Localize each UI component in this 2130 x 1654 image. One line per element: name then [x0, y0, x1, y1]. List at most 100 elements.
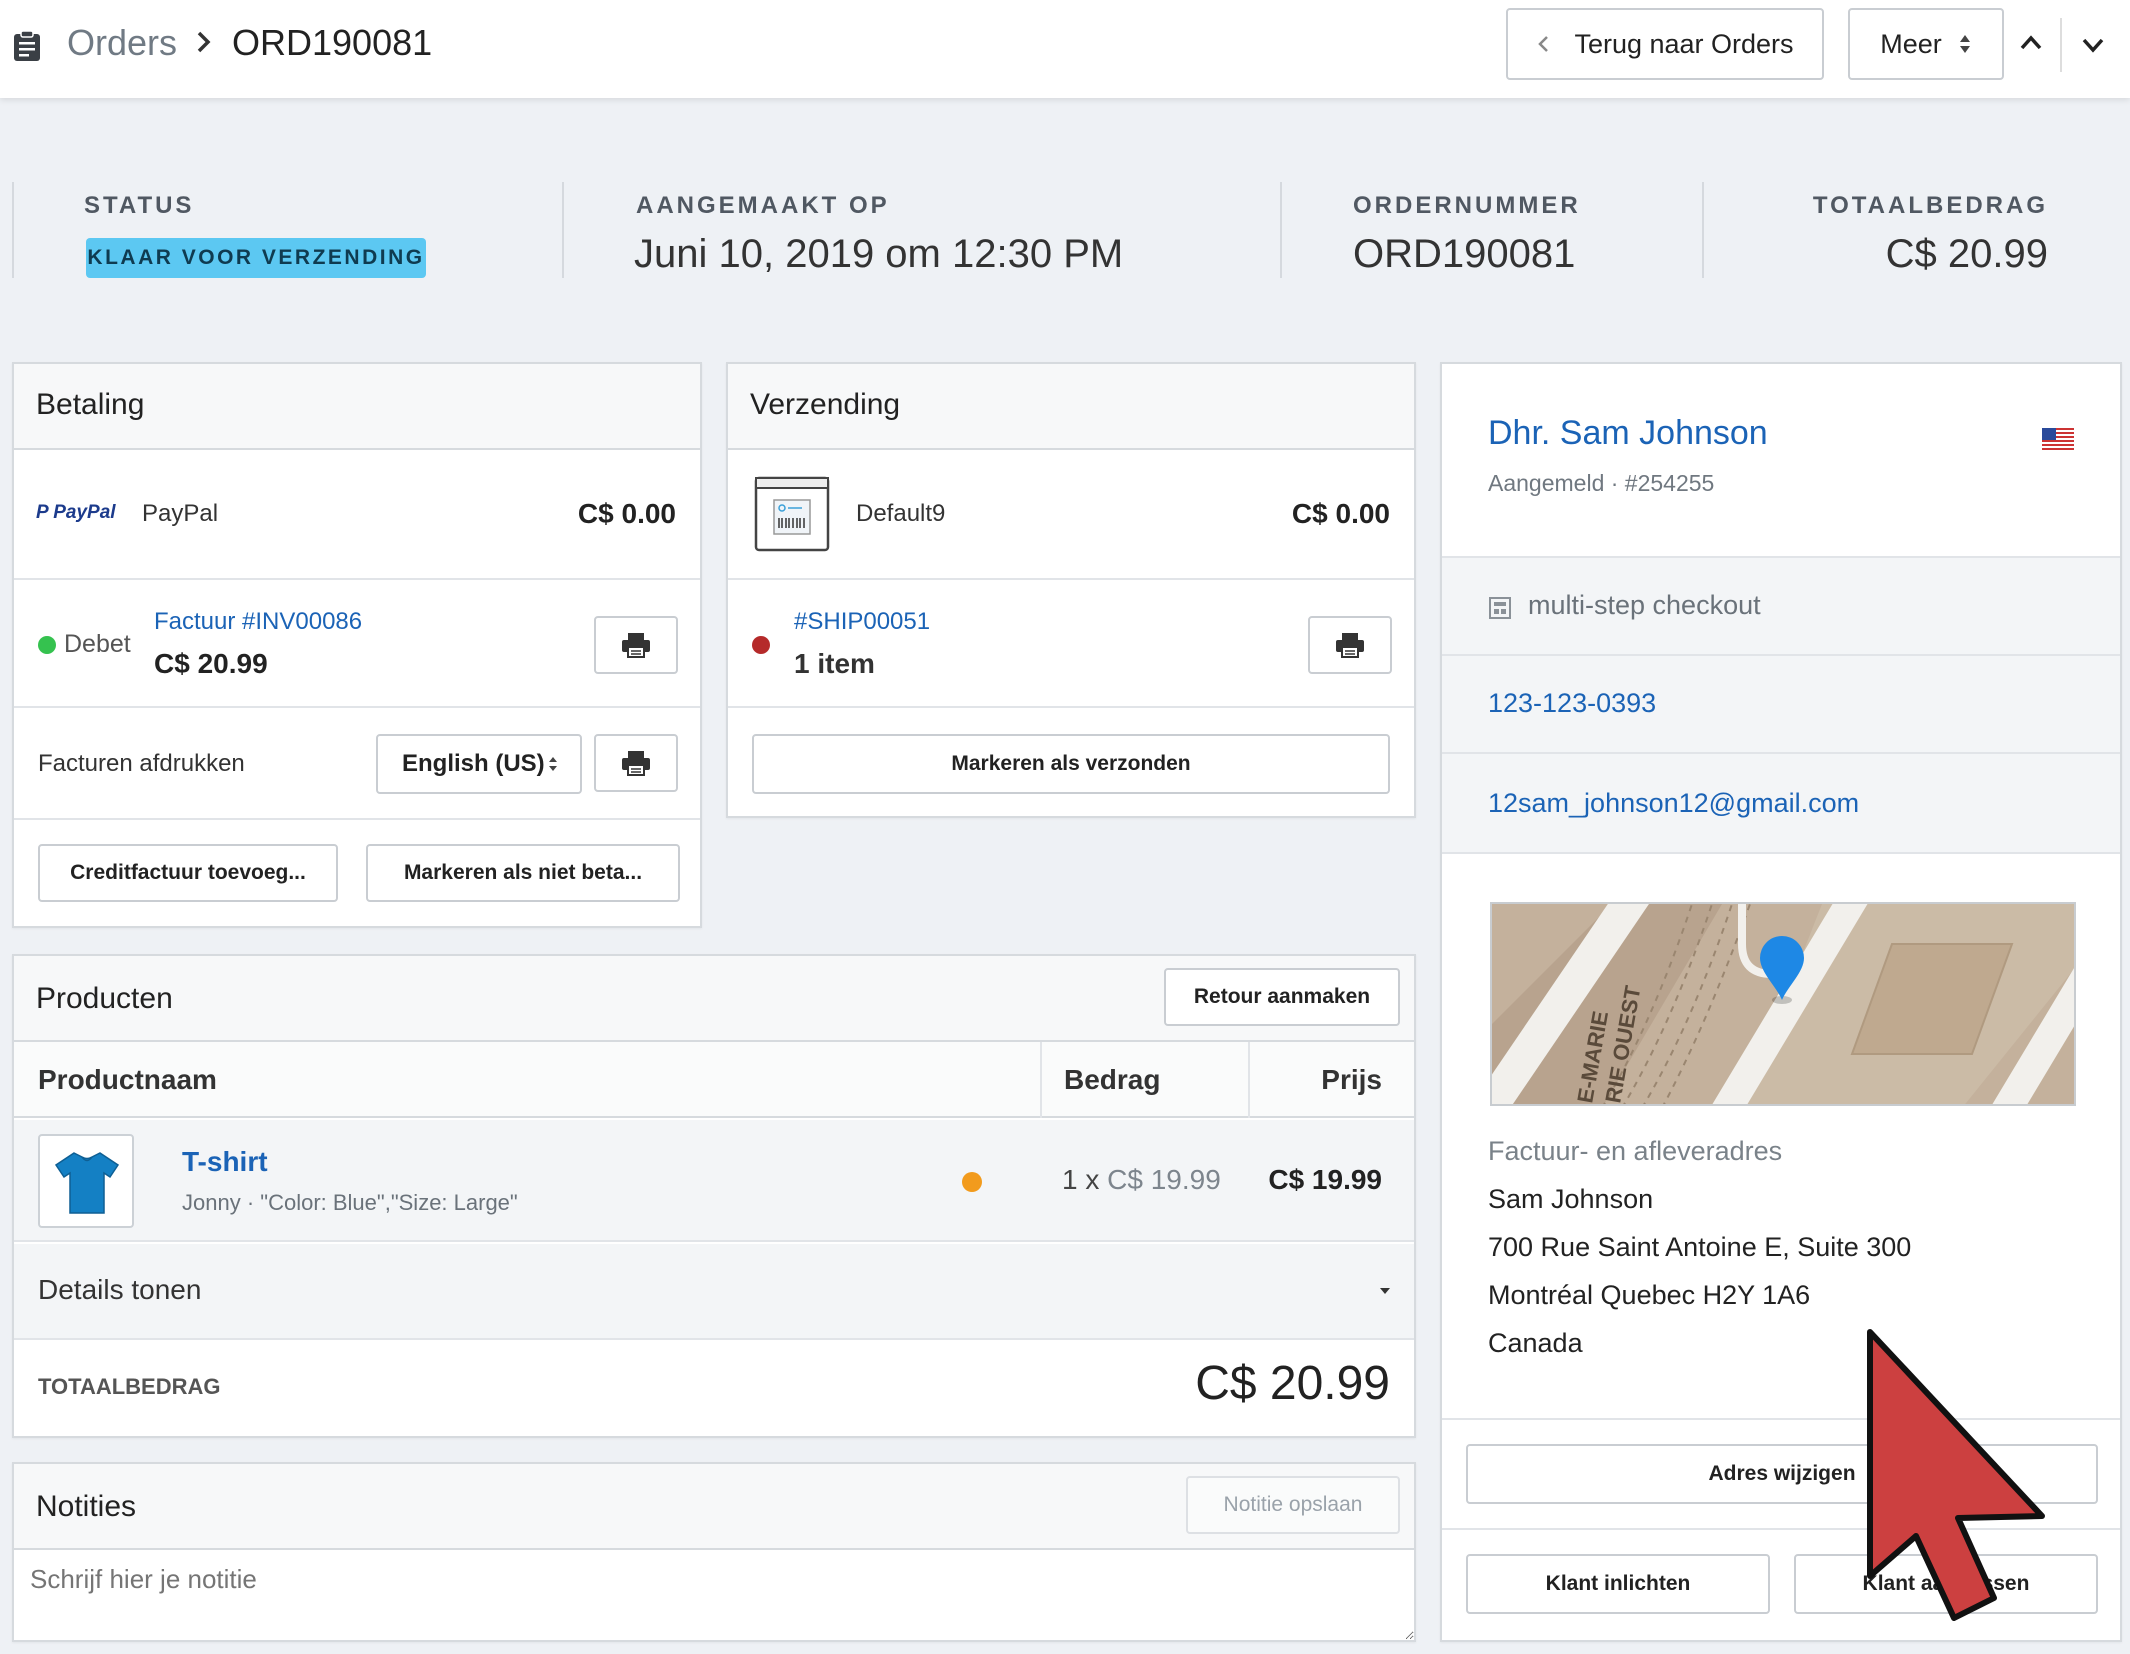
status-label: STATUS	[84, 192, 195, 219]
table-row: T-shirt Jonny · "Color: Blue","Size: Lar…	[14, 1120, 1414, 1242]
chevron-right-icon	[197, 31, 211, 53]
add-credit-note-button[interactable]: Creditfactuur toevoeg...	[38, 844, 338, 902]
summary-divider-3	[1702, 182, 1704, 278]
checkout-row: multi-step checkout	[1442, 558, 2120, 654]
shipping-method-name: Default9	[856, 500, 946, 527]
summary-divider-1	[562, 182, 564, 278]
clipboard-icon	[14, 30, 40, 61]
shipment-status-dot	[752, 636, 770, 654]
more-button[interactable]: Meer	[1848, 8, 2004, 80]
address-label: Factuur- en afleveradres	[1488, 1136, 1783, 1166]
col-price[interactable]: Prijs	[1321, 1064, 1382, 1096]
notes-card: Notities Notitie opslaan	[12, 1462, 1416, 1642]
payment-row-sep-1	[14, 578, 700, 580]
customer-meta: Aangemeld · #254255	[1488, 470, 1715, 496]
products-total-value: C$ 20.99	[1195, 1357, 1390, 1410]
address-line-1: Sam Johnson	[1488, 1184, 1654, 1214]
order-number-label: ORDERNUMMER	[1353, 192, 1581, 219]
next-order-icon[interactable]	[2080, 34, 2106, 56]
payment-title: Betaling	[36, 388, 145, 421]
shipment-items: 1 item	[794, 648, 875, 679]
caret-down-icon	[1380, 1288, 1390, 1294]
shipping-card-header: Verzending	[728, 364, 1414, 450]
col-amount[interactable]: Bedrag	[1064, 1064, 1160, 1096]
details-toggle[interactable]: Details tonen	[14, 1244, 1414, 1340]
product-meta: Jonny · "Color: Blue","Size: Large"	[182, 1190, 518, 1215]
customer-phone-link[interactable]: 123-123-0393	[1488, 688, 1656, 719]
payment-card: Betaling P PayPal PayPal C$ 0.00 Debet F…	[12, 362, 702, 928]
chevron-left-icon	[1538, 36, 1549, 52]
print-invoice-button[interactable]	[594, 616, 678, 674]
breadcrumb-order-id: ORD190081	[232, 22, 433, 63]
sort-arrows-icon	[1959, 35, 1970, 53]
payment-card-header: Betaling	[14, 364, 700, 450]
product-price: C$ 19.99	[1268, 1164, 1382, 1195]
created-value: Juni 10, 2019 om 12:30 PM	[634, 232, 1124, 276]
payment-row-sep-2	[14, 706, 700, 708]
details-toggle-label: Details tonen	[38, 1274, 202, 1305]
total-label: TOTAALBEDRAG	[1812, 192, 2048, 219]
products-card: Producten Retour aanmaken Productnaam Be…	[12, 954, 1416, 1438]
printer-icon	[622, 751, 650, 776]
products-card-header: Producten Retour aanmaken	[14, 956, 1414, 1042]
payment-provider-amount: C$ 0.00	[577, 498, 676, 529]
language-select[interactable]: English (US)	[376, 734, 582, 794]
invoice-amount: C$ 20.99	[154, 648, 268, 679]
checkout-type: multi-step checkout	[1528, 590, 1761, 620]
note-textarea[interactable]	[14, 1550, 1414, 1640]
shipment-link[interactable]: #SHIP00051	[794, 608, 930, 636]
breadcrumb-orders-link[interactable]: Orders	[67, 22, 177, 64]
previous-order-icon[interactable]	[2018, 32, 2044, 54]
printer-icon	[1336, 633, 1364, 658]
print-invoices-button[interactable]	[594, 734, 678, 792]
tshirt-icon	[54, 1152, 120, 1214]
products-title: Producten	[36, 982, 173, 1015]
save-note-button[interactable]: Notitie opslaan	[1186, 1476, 1400, 1534]
customer-sep-4	[1442, 852, 2120, 854]
map-graphic: E-MARIE RIE OUEST	[1492, 904, 2074, 1104]
printer-icon	[622, 633, 650, 658]
product-qty: 1 x C$ 19.99	[1062, 1164, 1221, 1195]
sort-arrows-icon	[549, 757, 557, 771]
back-to-orders-label: Terug naar Orders	[1574, 28, 1794, 59]
address-map[interactable]: E-MARIE RIE OUEST	[1490, 902, 2076, 1106]
mouse-cursor-icon	[1867, 1329, 2045, 1621]
shipping-card: Verzending Default9 C$ 0.00 #SHIP00051 1…	[726, 362, 1416, 818]
paypal-logo: P PayPal	[36, 502, 116, 523]
shipping-row-sep-1	[728, 578, 1414, 580]
products-total-label: TOTAALBEDRAG	[38, 1374, 221, 1399]
invoice-link[interactable]: Factuur #INV00086	[154, 608, 362, 636]
product-name-link[interactable]: T-shirt	[182, 1146, 268, 1178]
products-table-header: Productnaam Bedrag Prijs	[14, 1042, 1414, 1118]
mark-shipped-button[interactable]: Markeren als verzonden	[752, 734, 1390, 794]
email-row: 12sam_johnson12@gmail.com	[1442, 754, 2120, 852]
address-line-4: Canada	[1488, 1328, 1583, 1358]
product-thumbnail[interactable]	[38, 1134, 134, 1228]
payment-provider-name: PayPal	[142, 500, 219, 527]
col-divider-2	[1248, 1042, 1250, 1118]
order-number-value: ORD190081	[1353, 232, 1576, 276]
product-status-dot	[962, 1172, 982, 1192]
back-to-orders-button[interactable]: Terug naar Orders	[1506, 8, 1824, 80]
nav-divider	[2060, 18, 2062, 72]
shipping-row-sep-2	[728, 706, 1414, 708]
created-label: AANGEMAAKT OP	[636, 192, 890, 219]
us-flag-icon	[2042, 428, 2074, 450]
customer-name-link[interactable]: Dhr. Sam Johnson	[1488, 414, 1768, 453]
top-bar: Orders ORD190081 Terug naar Orders Meer	[0, 0, 2130, 98]
create-return-button[interactable]: Retour aanmaken	[1164, 968, 1400, 1026]
status-badge: KLAAR VOOR VERZENDING	[86, 238, 426, 278]
print-shipment-button[interactable]	[1308, 616, 1392, 674]
debit-label: Debet	[64, 630, 131, 658]
col-divider-1	[1040, 1042, 1042, 1118]
notify-customer-button[interactable]: Klant inlichten	[1466, 1554, 1770, 1614]
total-value: C$ 20.99	[1885, 232, 2048, 276]
summary-left-divider	[12, 182, 14, 278]
summary-divider-2	[1280, 182, 1282, 278]
customer-email-link[interactable]: 12sam_johnson12@gmail.com	[1488, 788, 1859, 819]
notes-title: Notities	[36, 1490, 137, 1523]
checkout-form-icon	[1489, 597, 1511, 619]
mark-unpaid-button[interactable]: Markeren als niet beta...	[366, 844, 680, 902]
col-product-name[interactable]: Productnaam	[38, 1064, 217, 1096]
debit-status-dot	[38, 636, 56, 654]
